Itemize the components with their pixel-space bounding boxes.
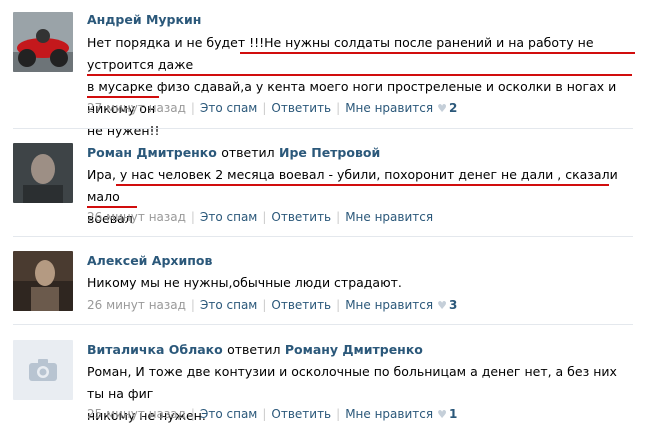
like-count: 1 [448, 407, 458, 421]
text-line: Нет порядка и не будет !!!Не нужны солда… [87, 35, 594, 72]
author-line: Виталичка Облако ответил Роману Дмитренк… [87, 342, 423, 357]
highlight-underline [116, 184, 609, 186]
heart-icon[interactable]: ♥ [437, 408, 447, 421]
highlight-underline [87, 96, 159, 98]
reply-link[interactable]: Ответить [271, 101, 331, 115]
author-name[interactable]: Андрей Муркин [87, 12, 201, 27]
text-line: Ира, у нас человек 2 месяца воевал - уби… [87, 167, 618, 204]
separator: | [262, 407, 267, 421]
like-link[interactable]: Мне нравится [345, 298, 433, 312]
separator: | [262, 298, 267, 312]
avatar[interactable] [13, 340, 73, 400]
author-name[interactable]: Виталичка Облако [87, 342, 223, 357]
divider [13, 128, 633, 129]
like-link[interactable]: Мне нравится [345, 407, 433, 421]
like-link[interactable]: Мне нравится [345, 101, 433, 115]
like-count: 2 [448, 101, 458, 115]
reply-link[interactable]: Ответить [271, 210, 331, 224]
author-line: Андрей Муркин [87, 12, 201, 27]
separator: | [190, 407, 195, 421]
separator: | [336, 298, 341, 312]
text-line: не нужен!! [87, 123, 160, 138]
comment-meta: 25 минут назад | Это спам | Ответить | Мне нра… [87, 407, 457, 421]
separator: | [336, 407, 341, 421]
separator: | [336, 210, 341, 224]
divider [13, 236, 633, 237]
comment-text: Никому мы не нужны,обычные люди страдают… [87, 272, 632, 294]
author-line: Роман Дмитренко ответил Ире Петровой [87, 145, 380, 160]
avatar[interactable] [13, 251, 73, 311]
text-line: Роман, И тоже две контузии и осколочные … [87, 364, 617, 401]
separator: | [190, 210, 195, 224]
separator: | [190, 101, 195, 115]
spam-link[interactable]: Это спам [200, 210, 257, 224]
separator: | [262, 101, 267, 115]
comment-meta: 26 минут назад | Это спам | Ответить | Мне нра… [87, 298, 457, 312]
reply-to-name[interactable]: Ире Петровой [279, 145, 380, 160]
spam-link[interactable]: Это спам [200, 101, 257, 115]
divider [13, 324, 633, 325]
timestamp[interactable]: 27 минут назад [87, 101, 186, 115]
heart-icon[interactable]: ♥ [437, 299, 447, 312]
separator: | [262, 210, 267, 224]
timestamp[interactable]: 25 минут назад [87, 407, 186, 421]
camera-icon [13, 340, 73, 400]
like-link[interactable]: Мне нравится [345, 210, 433, 224]
highlight-underline [240, 52, 635, 54]
highlight-underline [87, 206, 137, 208]
highlight-underline [87, 74, 632, 76]
reply-link[interactable]: Ответить [271, 407, 331, 421]
author-name[interactable]: Роман Дмитренко [87, 145, 217, 160]
author-name[interactable]: Алексей Архипов [87, 253, 212, 268]
reply-verb: ответил [227, 342, 281, 357]
avatar[interactable] [13, 143, 73, 203]
like-count: 3 [448, 298, 458, 312]
avatar[interactable] [13, 12, 73, 72]
timestamp[interactable]: 26 минут назад [87, 298, 186, 312]
separator: | [190, 298, 195, 312]
spam-link[interactable]: Это спам [200, 407, 257, 421]
text-line: Никому мы не нужны,обычные люди страдают… [87, 275, 402, 290]
reply-verb: ответил [221, 145, 275, 160]
heart-icon[interactable]: ♥ [437, 102, 447, 115]
timestamp[interactable]: 26 минут назад [87, 210, 186, 224]
comment-meta: 26 минут назад | Это спам | Ответить | Мне нра… [87, 210, 433, 224]
author-line: Алексей Архипов [87, 253, 212, 268]
comment-meta: 27 минут назад | Это спам | Ответить | Мне нра… [87, 101, 457, 115]
reply-to-name[interactable]: Роману Дмитренко [285, 342, 423, 357]
comment-text: Нет порядка и не будет !!!Не нужны солда… [87, 32, 632, 142]
separator: | [336, 101, 341, 115]
reply-link[interactable]: Ответить [271, 298, 331, 312]
spam-link[interactable]: Это спам [200, 298, 257, 312]
